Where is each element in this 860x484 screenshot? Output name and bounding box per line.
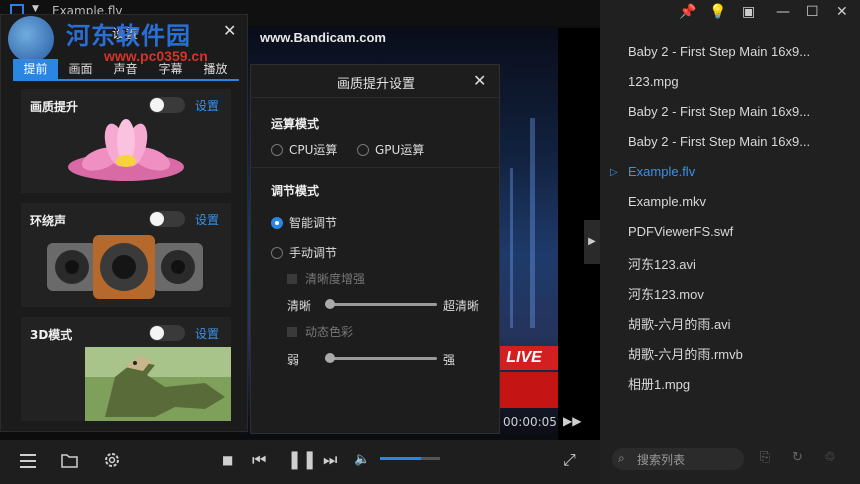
manual-adjust-radio[interactable]: 手动调节 — [271, 244, 337, 261]
picture-enhance-settings-link[interactable]: 设置 — [195, 97, 219, 114]
list-item[interactable]: Example.mkv — [628, 194, 706, 209]
divider — [251, 167, 501, 168]
smart-adjust-label: 智能调节 — [289, 216, 338, 230]
list-item[interactable]: 胡歌-六月的雨.rmvb — [628, 344, 743, 363]
dynamic-color-checkbox-label: 动态色彩 — [305, 325, 354, 339]
speakers-image — [47, 235, 203, 299]
radio-dot-selected[interactable] — [271, 216, 283, 229]
window-controls: 📌 💡 ▣ — ☐ ✕ — [676, 4, 860, 26]
volume-slider-fill[interactable] — [380, 457, 421, 460]
settings-panel: 设置 ✕ 提前 画面 声音 字幕 播放 画质提升 设置 环绕声 设置 3D模式 … — [0, 14, 248, 432]
close-icon[interactable]: ✕ — [473, 71, 486, 90]
sharpness-min-label: 清晰 — [287, 299, 312, 313]
manual-adjust-label: 手动调节 — [289, 246, 338, 260]
refresh-icon[interactable]: ↻ — [792, 450, 803, 465]
radio-dot[interactable] — [357, 143, 369, 156]
list-item[interactable]: 123.mpg — [628, 74, 679, 89]
quality-dialog-title: 画质提升设置 — [336, 77, 415, 92]
app-menu-dropdown-icon[interactable]: ▼ — [32, 4, 39, 14]
checkbox-box[interactable] — [287, 273, 297, 284]
3d-mode-toggle[interactable] — [149, 325, 185, 341]
checkbox-box[interactable] — [287, 326, 297, 337]
surround-sound-label: 环绕声 — [30, 214, 67, 228]
now-playing-icon: ▷ — [610, 167, 618, 178]
control-bar: ■ ⏮ ❚❚ ⏭ 🔈 ⤢ — [0, 440, 600, 484]
screenshot-icon[interactable]: ▣ — [742, 4, 755, 20]
list-item[interactable]: 胡歌-六月的雨.avi — [628, 314, 731, 333]
playlist-panel — [600, 0, 860, 484]
gpu-radio[interactable]: GPU运算 — [357, 141, 424, 158]
sharpness-checkbox-label: 清晰度增强 — [305, 272, 366, 286]
pause-button[interactable]: ❚❚ — [287, 450, 317, 470]
3d-mode-label: 3D模式 — [30, 328, 73, 342]
fast-forward-icon[interactable]: ▶▶ — [563, 414, 581, 428]
color-max-label: 强 — [443, 353, 456, 367]
list-item[interactable]: 河东123.mov — [628, 284, 704, 303]
hamburger-menu-icon[interactable] — [20, 454, 36, 468]
list-item[interactable]: Baby 2 - First Step Main 16x9... — [628, 44, 810, 59]
radio-dot[interactable] — [271, 143, 283, 156]
color-min-label: 弱 — [287, 353, 300, 367]
tab-underline — [13, 79, 239, 81]
3d-mode-settings-link[interactable]: 设置 — [195, 325, 219, 342]
sharpness-checkbox[interactable]: 清晰度增强 — [287, 270, 365, 287]
sharpness-max-label: 超清晰 — [443, 299, 480, 313]
list-item[interactable]: 相册1.mpg — [628, 374, 690, 393]
divider — [251, 97, 501, 98]
list-item-active[interactable]: Example.flv — [628, 164, 695, 179]
list-item[interactable]: PDFViewerFS.swf — [628, 224, 733, 239]
dynamic-color-checkbox[interactable]: 动态色彩 — [287, 323, 353, 340]
previous-button[interactable]: ⏮ — [252, 450, 266, 470]
fullscreen-button[interactable]: ⤢ — [563, 450, 576, 470]
bulb-icon[interactable]: 💡 — [709, 4, 726, 20]
search-icon: ⌕ — [618, 451, 625, 465]
watermark-title: 河东软件园 — [66, 22, 191, 50]
next-button[interactable]: ⏭ — [323, 450, 337, 470]
watermark-url: www.pc0359.cn — [104, 48, 208, 64]
picture-enhance-card: 画质提升 设置 — [21, 89, 231, 193]
radio-dot[interactable] — [271, 246, 283, 259]
pin-icon[interactable]: 📌 — [679, 4, 696, 20]
volume-icon[interactable]: 🔈 — [354, 450, 370, 470]
picture-enhance-label: 画质提升 — [30, 100, 79, 114]
close-icon[interactable]: ✕ — [836, 4, 848, 20]
video-watermark-text: www.Bandicam.com — [260, 30, 386, 45]
dinosaur-image — [85, 347, 231, 421]
folder-icon[interactable] — [61, 453, 78, 468]
surround-sound-settings-link[interactable]: 设置 — [195, 211, 219, 228]
color-slider-knob[interactable] — [325, 353, 335, 363]
sharpness-slider-knob[interactable] — [325, 299, 335, 309]
3d-mode-card: 3D模式 设置 — [21, 317, 231, 421]
adjust-mode-label: 调节模式 — [271, 184, 320, 198]
search-input[interactable]: 搜索列表 — [637, 451, 685, 468]
cpu-radio-label: CPU运算 — [289, 143, 338, 157]
maximize-icon[interactable]: ☐ — [806, 4, 819, 20]
surround-sound-card: 环绕声 设置 — [21, 203, 231, 307]
lotus-flower-image — [68, 119, 184, 181]
time-display: 00:00:05 — [503, 415, 557, 429]
smart-adjust-radio[interactable]: 智能调节 — [271, 214, 337, 231]
list-item[interactable]: 河东123.avi — [628, 254, 696, 273]
minimize-icon[interactable]: — — [776, 4, 790, 20]
compute-mode-label: 运算模式 — [271, 117, 320, 131]
close-icon[interactable]: ✕ — [223, 21, 236, 40]
list-item[interactable]: Baby 2 - First Step Main 16x9... — [628, 104, 810, 119]
color-slider-track[interactable] — [325, 357, 437, 360]
surround-sound-toggle[interactable] — [149, 211, 185, 227]
cpu-radio[interactable]: CPU运算 — [271, 141, 337, 158]
site-watermark: 河东软件园 www.pc0359.cn — [8, 16, 208, 66]
file-icon[interactable]: ⎘ — [760, 450, 770, 465]
watermark-logo-icon — [8, 16, 54, 62]
gpu-radio-label: GPU运算 — [375, 143, 425, 157]
clean-icon[interactable]: ♲ — [824, 450, 836, 465]
picture-enhance-toggle[interactable] — [149, 97, 185, 113]
stop-button[interactable]: ■ — [222, 450, 233, 470]
gear-icon[interactable] — [103, 451, 121, 469]
sharpness-slider-track[interactable] — [325, 303, 437, 306]
picture-quality-dialog: 画质提升设置 ✕ 运算模式 CPU运算 GPU运算 调节模式 智能调节 手动调节… — [250, 64, 501, 434]
list-item[interactable]: Baby 2 - First Step Main 16x9... — [628, 134, 810, 149]
expand-playlist-arrow-icon[interactable]: ▶ — [584, 220, 600, 264]
